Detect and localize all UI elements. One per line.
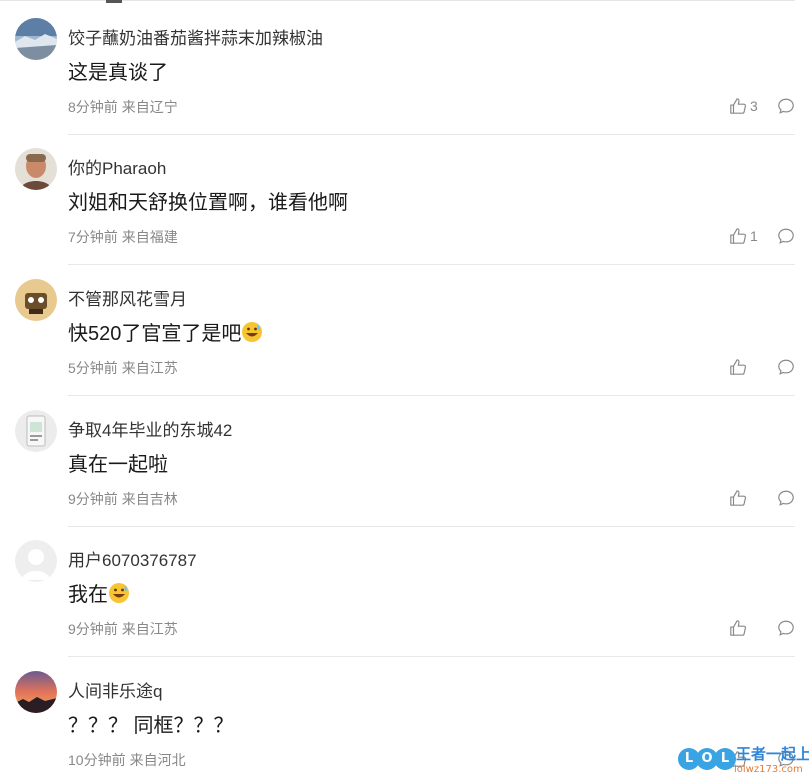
comment-location: 来自福建	[121, 229, 178, 245]
comment-text-content: 我在	[68, 584, 108, 606]
thumbs-up-icon	[730, 228, 747, 244]
comment-time: 9分钟前	[68, 491, 118, 507]
watermark-letter: L	[714, 748, 736, 770]
avatar[interactable]	[15, 148, 57, 190]
like-button[interactable]: 1	[729, 226, 758, 246]
watermark-title: 王者一起上	[736, 745, 809, 763]
comment-username[interactable]: 饺子蘸奶油番茄酱拌蒜末加辣椒油	[68, 24, 323, 49]
comment-time: 7分钟前	[68, 229, 118, 245]
grinning-sweat-emoji-icon	[242, 322, 263, 342]
like-button[interactable]	[729, 618, 750, 638]
comment-meta: 7分钟前 来自福建	[68, 227, 182, 247]
like-count: 3	[750, 98, 758, 114]
comment-bubble-icon	[778, 359, 794, 375]
comment-meta: 8分钟前 来自辽宁	[68, 97, 182, 117]
thumbs-up-icon	[730, 359, 747, 375]
comment-meta: 9分钟前 来自江苏	[68, 619, 182, 639]
comment-location: 来自辽宁	[121, 99, 178, 115]
comment-divider	[68, 264, 795, 265]
comment-text: 真在一起啦	[68, 454, 168, 476]
comment-divider	[68, 656, 795, 657]
comment-meta: 5分钟前 来自江苏	[68, 358, 182, 378]
device-avatar-icon	[15, 410, 57, 452]
comment-username[interactable]: 人间非乐途q	[68, 677, 162, 702]
comment-bubble-icon	[778, 490, 794, 506]
site-watermark: L O L 王者一起上 lolwz173.com	[676, 742, 809, 781]
comment-location: 来自江苏	[121, 360, 178, 376]
comment-time: 8分钟前	[68, 99, 118, 115]
comment-text: 这是真谈了	[68, 62, 168, 84]
avatar[interactable]	[15, 410, 57, 452]
avatar[interactable]	[15, 18, 57, 60]
avatar[interactable]	[15, 540, 57, 582]
comment-meta: 10分钟前 来自河北	[68, 750, 190, 770]
like-count: 1	[750, 228, 758, 244]
comment-text: 刘姐和天舒换位置啊，谁看他啊	[68, 192, 348, 214]
avatar[interactable]	[15, 279, 57, 321]
grinning-sweat-emoji-icon	[109, 583, 129, 603]
comment-username[interactable]: 用户6070376787	[68, 546, 197, 571]
tab-indicator	[106, 0, 122, 3]
thumbs-up-icon	[730, 620, 747, 636]
comment-text-content: 快520了官宣了是吧	[68, 323, 242, 345]
comment-location: 来自河北	[129, 752, 186, 768]
watermark-url: lolwz173.com	[734, 764, 803, 775]
thumbs-up-icon	[730, 98, 747, 114]
reply-button[interactable]	[777, 227, 795, 245]
thumbs-up-icon	[730, 490, 747, 506]
comment-text: 快520了官宣了是吧	[68, 317, 263, 346]
comment-time: 10分钟前	[68, 752, 126, 768]
landscape-avatar-icon	[15, 18, 57, 60]
comment-time: 5分钟前	[68, 360, 118, 376]
comment-username[interactable]: 不管那风花雪月	[68, 285, 187, 310]
reply-button[interactable]	[777, 619, 795, 637]
like-button[interactable]: 3	[729, 96, 758, 116]
comment-divider	[68, 134, 795, 135]
comment-bubble-icon	[778, 620, 794, 636]
comment-bubble-icon	[778, 98, 794, 114]
comment-username[interactable]: 争取4年毕业的东城42	[68, 416, 232, 441]
comment-divider	[68, 526, 795, 527]
comment-username[interactable]: 你的Pharaoh	[68, 154, 166, 179]
avatar[interactable]	[15, 671, 57, 713]
reply-button[interactable]	[777, 358, 795, 376]
reply-button[interactable]	[777, 489, 795, 507]
comment-location: 来自吉林	[121, 491, 178, 507]
cartoon-avatar-icon	[15, 279, 57, 321]
sunset-avatar-icon	[15, 671, 57, 713]
like-button[interactable]	[729, 357, 750, 377]
comment-location: 来自江苏	[121, 621, 178, 637]
comment-time: 9分钟前	[68, 621, 118, 637]
comment-divider	[68, 395, 795, 396]
comment-meta: 9分钟前 来自吉林	[68, 489, 182, 509]
reply-button[interactable]	[777, 97, 795, 115]
comment-text: 我在	[68, 578, 130, 607]
comment-bubble-icon	[778, 228, 794, 244]
portrait-avatar-icon	[15, 148, 57, 190]
like-button[interactable]	[729, 488, 750, 508]
default-user-avatar-icon	[15, 540, 57, 582]
comment-text: ？？？ 同框？？？	[68, 715, 234, 737]
